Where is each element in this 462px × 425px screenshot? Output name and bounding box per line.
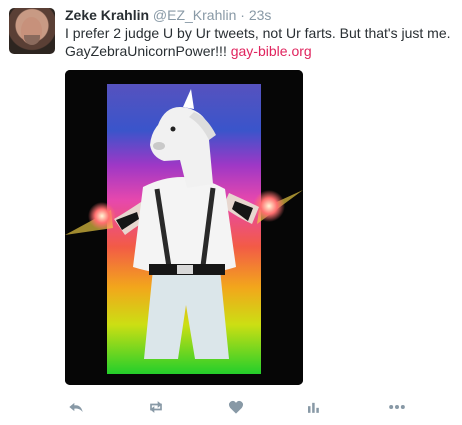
display-name[interactable]: Zeke Krahlin bbox=[65, 7, 149, 23]
analytics-button[interactable] bbox=[302, 396, 324, 418]
timestamp[interactable]: 23s bbox=[249, 7, 272, 23]
like-icon bbox=[228, 400, 244, 414]
tweet-text: I prefer 2 judge U by Ur tweets, not Ur … bbox=[65, 24, 455, 60]
retweet-button[interactable] bbox=[145, 396, 167, 418]
reply-button[interactable] bbox=[65, 396, 87, 418]
separator: · bbox=[240, 7, 245, 23]
avatar-beard bbox=[24, 35, 40, 45]
user-handle[interactable]: @EZ_Krahlin bbox=[153, 7, 236, 23]
more-icon bbox=[389, 405, 405, 409]
like-button[interactable] bbox=[225, 396, 247, 418]
unicorn-rainbow-image bbox=[65, 70, 303, 385]
tweet-image[interactable] bbox=[65, 70, 303, 385]
more-button[interactable] bbox=[386, 396, 408, 418]
tweet-actions bbox=[65, 396, 405, 418]
analytics-icon bbox=[308, 402, 319, 413]
tweet-header: Zeke Krahlin @EZ_Krahlin · 23s bbox=[65, 6, 271, 24]
retweet-icon bbox=[150, 401, 162, 413]
avatar[interactable] bbox=[9, 8, 55, 54]
tweet-link[interactable]: gay-bible.org bbox=[231, 43, 312, 59]
reply-icon bbox=[69, 402, 83, 412]
